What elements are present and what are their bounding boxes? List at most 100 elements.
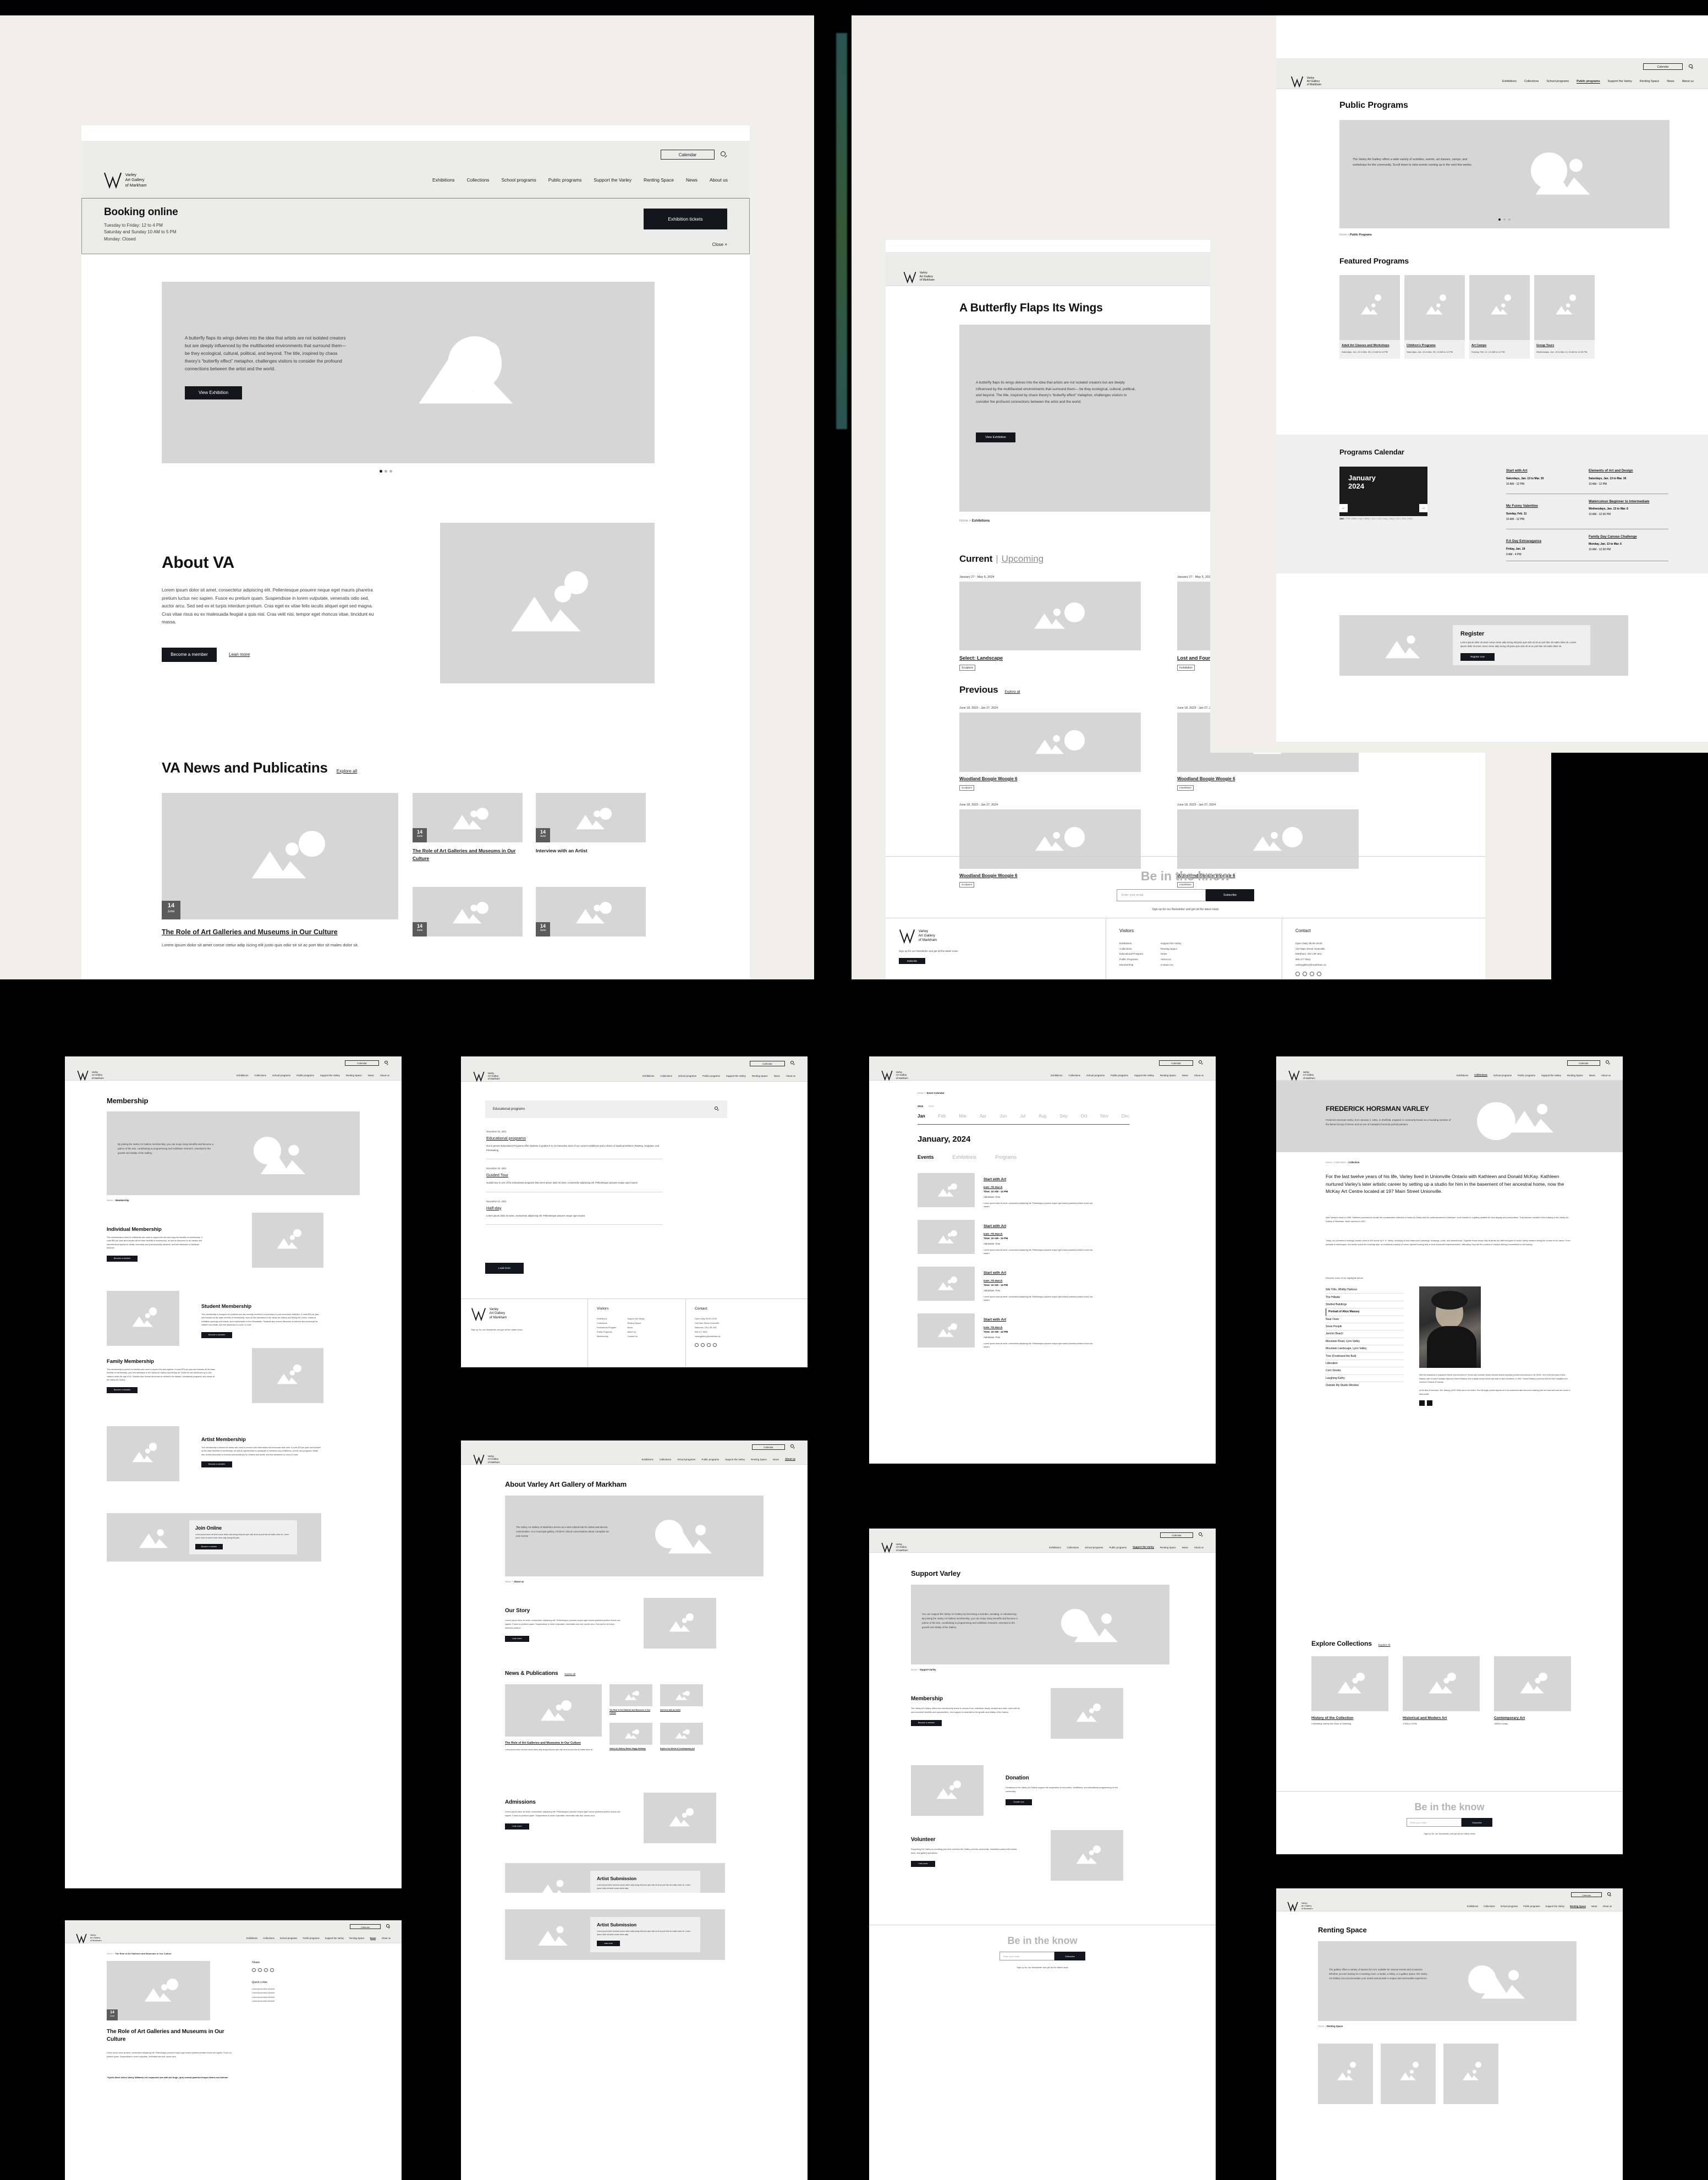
nav-exhibitions[interactable]: Exhibitions [1502,80,1517,83]
nav-about[interactable]: About us [1682,80,1694,83]
month-jun[interactable]: Jun [1371,517,1375,520]
footer-logo[interactable]: Varley Art Gallery of Markham [471,1307,578,1321]
nav-news[interactable]: News [1591,1905,1597,1908]
nav-exhibitions[interactable]: Exhibitions [432,177,455,183]
news-card[interactable]: 14 June [536,887,646,949]
month-tab-dec[interactable]: Dec [1122,1114,1129,1119]
nav-school-programs[interactable]: School programs [1546,80,1569,83]
search-icon[interactable] [1606,1060,1611,1066]
program-search-bar[interactable]: Educational programs [485,1100,727,1118]
nav-public-programs[interactable]: Public programs [702,1075,720,1077]
nav-school-programs[interactable]: School programs [1501,1905,1518,1908]
nav-public-programs[interactable]: Public programs [296,1074,314,1077]
collection-card-title[interactable]: Contemporary Art [1494,1716,1571,1720]
nav-about[interactable]: About us [1194,1074,1204,1077]
close-banner-button[interactable]: Close × [712,242,727,247]
nav-news[interactable]: News [774,1075,780,1077]
breadcrumb-collections[interactable]: Collections [1334,1161,1345,1164]
nav-school-programs[interactable]: School programs [280,1937,298,1940]
newsletter-email-input[interactable]: Enter your email [1117,889,1206,901]
about-news-card-title[interactable]: Explore the World of Contemporary Art [660,1748,703,1750]
nav-about[interactable]: About us [1601,1074,1611,1077]
breadcrumb-home[interactable]: Home [1326,1161,1332,1164]
search-icon[interactable] [715,1107,720,1112]
month-tab-sep[interactable]: Sep [1059,1114,1067,1119]
news-card[interactable]: 14 June The Role of Art Galleries and Mu… [413,793,523,875]
artwork-list-item[interactable]: Jericho Beach [1326,1330,1404,1338]
nav-public-programs[interactable]: Public programs [1518,1074,1535,1077]
dot-1[interactable] [380,470,382,473]
dot-2[interactable] [1503,218,1506,221]
footer-link[interactable]: Membership [597,1335,616,1339]
collection-card[interactable]: Historical and Modern Art 1700s to 1970s [1403,1656,1480,1725]
newsletter-email-input[interactable]: Enter your email [1407,1818,1462,1827]
artist-submission-button[interactable]: Lean more [597,1940,620,1946]
month-tab-aug[interactable]: Aug [1039,1114,1046,1119]
nav-school-programs[interactable]: School programs [1493,1074,1512,1077]
featured-program-card[interactable]: Children's Programs Saturdays, Jan. 13 t… [1404,275,1465,359]
footer-link[interactable]: Educational Program [597,1326,616,1330]
program-item-title[interactable]: Educational programs [486,1136,662,1141]
artwork-list-item-active[interactable]: Portrait of Alice Massey [1326,1308,1404,1316]
about-news-card-title[interactable]: The Role of Art Galleries and Museums in… [609,1709,652,1715]
footer-link[interactable]: Renting Space [627,1322,644,1326]
newsletter-subscribe-button[interactable]: Subscribe [1462,1818,1492,1827]
nav-support[interactable]: Support the Varley [594,177,631,183]
nav-news[interactable]: News [368,1074,374,1077]
nav-renting[interactable]: Renting Space [752,1075,768,1077]
featured-program-title[interactable]: Art Camps [1471,343,1528,348]
facebook-icon[interactable] [695,1343,699,1347]
view-exhibition-button[interactable]: View Exhibition [185,386,242,399]
calendar-button[interactable]: Calendar [661,150,715,160]
dot-3[interactable] [389,470,392,473]
program-list-item[interactable]: November 02, 2021 Half-day Lorem ipsum d… [486,1192,662,1225]
footer-link[interactable]: Educational Program [1119,951,1143,957]
logo[interactable]: Varley Art Gallery of Markham [473,1454,500,1465]
our-story-button[interactable]: Lean more [505,1636,529,1642]
month-tab-oct[interactable]: Oct [1080,1114,1087,1119]
logo[interactable]: Varley Art Gallery of Markham [473,1071,500,1082]
search-icon[interactable] [1199,1532,1204,1538]
learn-more-link[interactable]: Lean more [229,652,250,657]
footer-link[interactable]: News [1161,951,1182,957]
facebook-icon[interactable] [1295,972,1300,977]
nav-support[interactable]: Support the Varley [1541,1074,1561,1077]
footer-link[interactable]: Support the Varley [627,1317,644,1322]
nav-support[interactable]: Support the Varley [726,1075,746,1077]
artwork-list-item[interactable]: Mountain Road, Lynn Valley [1326,1338,1404,1345]
exhibition-card-title[interactable]: Woodland Boogie Woogie 6 [1177,776,1359,781]
nav-support[interactable]: Support the Varley [1133,1546,1154,1549]
nav-school-programs[interactable]: School programs [678,1075,696,1077]
collection-card[interactable]: Contemporary Art 1980s to today [1494,1656,1571,1725]
footer-link[interactable]: Public Programs [597,1330,616,1335]
year-tab-2024[interactable]: 2024 [918,1105,923,1108]
calendar-button[interactable]: Calendar [350,1924,381,1929]
quick-link[interactable]: Lorem ipsum dolor sit amet [252,1996,334,2000]
calendar-event-title[interactable]: Start with Art [984,1224,1006,1228]
tab-upcoming[interactable]: Upcoming [1002,554,1044,565]
calendar-button[interactable]: Calendar [1567,1060,1600,1066]
become-member-button[interactable]: Become a member [162,647,217,662]
nav-exhibitions[interactable]: Exhibitions [642,1075,654,1077]
nav-exhibitions[interactable]: Exhibitions [1467,1905,1478,1908]
calendar-button[interactable]: Calendar [750,1060,785,1066]
load-more-button[interactable]: Load more [485,1263,524,1274]
program-event-title[interactable]: Start with Art [1506,469,1528,473]
breadcrumb-home[interactable]: Home [1339,233,1347,237]
search-icon[interactable] [1199,1060,1204,1066]
nav-about[interactable]: About us [380,1074,389,1077]
program-event[interactable]: Elements of Art and Design Saturdays, Ja… [1589,464,1668,491]
nav-collections[interactable]: Collections [1484,1905,1495,1908]
calendar-event-title[interactable]: Start with Art [984,1177,1006,1181]
nav-public-programs[interactable]: Public programs [1523,1905,1540,1908]
breadcrumb-home[interactable]: Home [1318,2025,1324,2028]
month-aug[interactable]: Aug [1383,517,1387,520]
artwork-list-item[interactable]: Liberation [1326,1360,1404,1368]
logo[interactable]: Varley Art Gallery of Markham [881,1542,908,1553]
program-event[interactable]: Watercolour Beginner to Intermediate Wed… [1589,500,1668,527]
quick-link[interactable]: Lorem ipsum dolor sit amet [252,2000,334,2003]
footer-link[interactable]: Support the Varley [1161,941,1182,946]
nav-support[interactable]: Support the Varley [1134,1074,1154,1077]
month-apr[interactable]: Apr [1359,517,1363,520]
month-dec[interactable]: Dec [1408,517,1413,520]
